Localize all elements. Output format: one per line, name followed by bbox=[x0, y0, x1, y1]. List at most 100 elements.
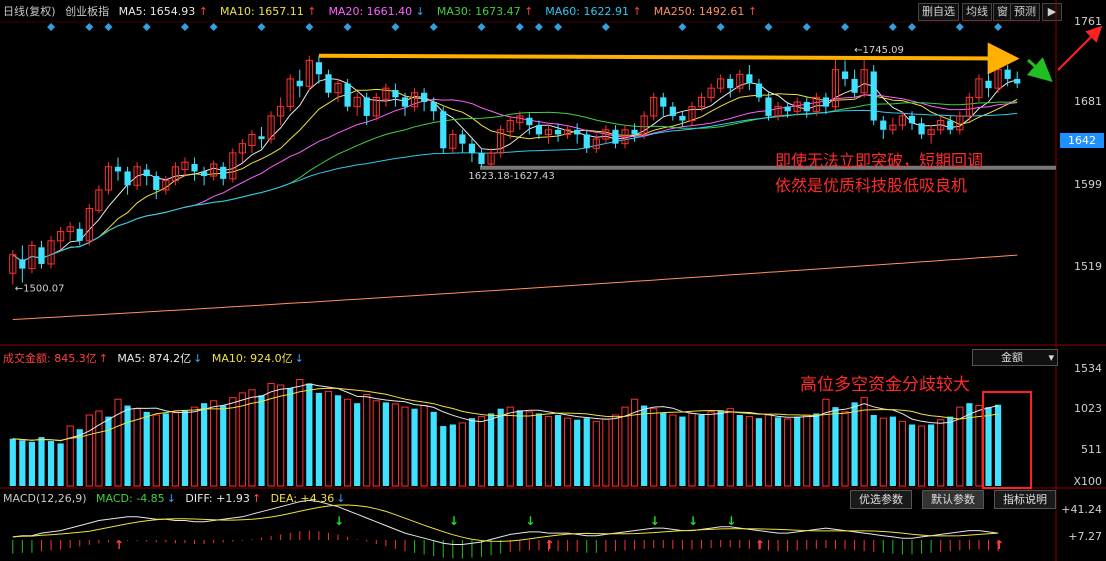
candle-body bbox=[258, 136, 265, 140]
candle-body bbox=[803, 102, 810, 112]
volume-bar bbox=[334, 395, 342, 486]
tab-preferred-params[interactable]: 优选参数 bbox=[850, 490, 912, 509]
volume-bar bbox=[803, 414, 811, 487]
candle-body bbox=[315, 62, 323, 75]
volume-selector[interactable]: 金额 ▾ bbox=[972, 349, 1058, 366]
candle-body bbox=[631, 129, 638, 135]
volume-bar bbox=[382, 402, 389, 486]
candle-body bbox=[200, 171, 208, 177]
candle-body bbox=[124, 171, 131, 186]
tab-default-params[interactable]: 默认参数 bbox=[922, 490, 984, 509]
volume-bar bbox=[114, 398, 122, 487]
volume-bar bbox=[430, 411, 437, 486]
volume-bar bbox=[621, 406, 629, 487]
volume-bar bbox=[937, 419, 945, 487]
buy-arrow-icon: ↑ bbox=[544, 538, 554, 552]
volume-bar bbox=[124, 405, 131, 486]
candle-body bbox=[822, 97, 830, 107]
volume-bar bbox=[306, 383, 313, 486]
candle-body bbox=[296, 80, 303, 87]
volume-bar bbox=[898, 420, 907, 487]
signal-diamond-icon bbox=[907, 23, 916, 31]
axis-tick-1599: 1599 bbox=[1074, 178, 1102, 191]
candle-body bbox=[468, 143, 476, 153]
ma250-line bbox=[12, 254, 1018, 320]
tab-indicator-help[interactable]: 指标说明 bbox=[994, 490, 1056, 509]
candle-body bbox=[421, 92, 428, 103]
candle-body bbox=[755, 83, 763, 98]
candle-body bbox=[1004, 69, 1011, 79]
volume-bar bbox=[143, 411, 150, 486]
signal-diamond-icon bbox=[515, 23, 524, 31]
annotation-line2: 依然是优质科技股低吸良机 bbox=[775, 176, 968, 195]
volume-bar bbox=[544, 416, 553, 487]
chevron-down-icon: ▾ bbox=[1048, 351, 1054, 364]
candle-body bbox=[440, 111, 447, 149]
signal-diamond-icon bbox=[47, 23, 56, 31]
volume-bar bbox=[688, 412, 696, 487]
volume-bar bbox=[583, 418, 590, 486]
candle-body bbox=[430, 102, 437, 112]
annotation-line1: 即使无法立即突破，短期回调 bbox=[775, 151, 984, 170]
resistance-arrow bbox=[318, 42, 1020, 75]
volume-bar bbox=[105, 416, 112, 486]
candle-body bbox=[612, 129, 619, 144]
volume-bar bbox=[985, 407, 992, 486]
volume-bar bbox=[220, 405, 227, 486]
volume-bar bbox=[774, 417, 782, 486]
volume-bar bbox=[574, 419, 581, 486]
volume-amount: 成交金额: 845.3亿 bbox=[3, 352, 97, 365]
candle-body bbox=[526, 117, 533, 126]
volume-bar bbox=[354, 403, 361, 486]
signal-diamond-icon bbox=[142, 23, 151, 31]
signal-diamond-icon bbox=[764, 23, 773, 31]
signal-diamond-icon bbox=[104, 23, 113, 31]
volume-unit: X100 bbox=[1073, 475, 1102, 488]
candle-body bbox=[918, 123, 925, 135]
candle-body bbox=[679, 115, 686, 121]
signal-diamond-icon bbox=[85, 23, 94, 31]
volume-bar bbox=[28, 441, 36, 486]
signal-diamond-icon bbox=[343, 23, 352, 31]
volume-bar bbox=[879, 417, 887, 487]
volume-bar bbox=[506, 406, 514, 487]
volume-bar bbox=[975, 405, 983, 487]
volume-bar bbox=[401, 406, 409, 487]
signal-diamond-icon bbox=[257, 23, 266, 31]
candle-body bbox=[38, 247, 45, 264]
signal-diamond-icon bbox=[955, 23, 964, 31]
candle-body bbox=[985, 80, 992, 89]
candle-body bbox=[746, 74, 753, 84]
candle-body bbox=[325, 74, 332, 93]
volume-bar bbox=[889, 416, 896, 486]
candle-body bbox=[153, 176, 160, 190]
volume-bar bbox=[95, 410, 103, 487]
signal-diamond-icon bbox=[429, 23, 438, 31]
volume-bar bbox=[277, 384, 285, 487]
volume-ma10: MA10: 924.0亿 bbox=[211, 352, 293, 365]
signal-diamond-icon bbox=[554, 23, 563, 31]
volume-bar bbox=[745, 416, 753, 487]
volume-bar bbox=[57, 443, 64, 486]
volume-bar bbox=[238, 392, 246, 487]
signal-diamond-icon bbox=[994, 23, 1003, 31]
volume-bar bbox=[870, 415, 877, 486]
volume-bar bbox=[994, 404, 1002, 486]
macd-title: MACD(12,26,9) bbox=[3, 492, 87, 505]
signal-diamond-icon bbox=[841, 23, 850, 31]
annotation-volume: 高位多空资金分歧较大 bbox=[800, 375, 970, 395]
diff-value: DIFF: +1.93 bbox=[185, 492, 250, 505]
candle-body bbox=[660, 97, 667, 107]
volume-bar bbox=[200, 403, 208, 486]
volume-bar bbox=[324, 390, 333, 487]
volume-bar bbox=[411, 408, 418, 486]
low-label: ←1500.07 bbox=[15, 284, 65, 295]
volume-header: 成交金额: 845.3亿 ↑ MA5: 874.2亿 ↓ MA10: 924.0亿 ↓ bbox=[3, 352, 304, 365]
volume-bar bbox=[611, 414, 620, 487]
candle-body bbox=[947, 120, 954, 130]
volume-bar bbox=[679, 416, 686, 486]
sell-arrow-icon: ↓ bbox=[334, 514, 344, 528]
volume-bar bbox=[152, 414, 160, 487]
volume-bar bbox=[47, 441, 55, 486]
up-arrow-icon bbox=[1057, 25, 1103, 71]
